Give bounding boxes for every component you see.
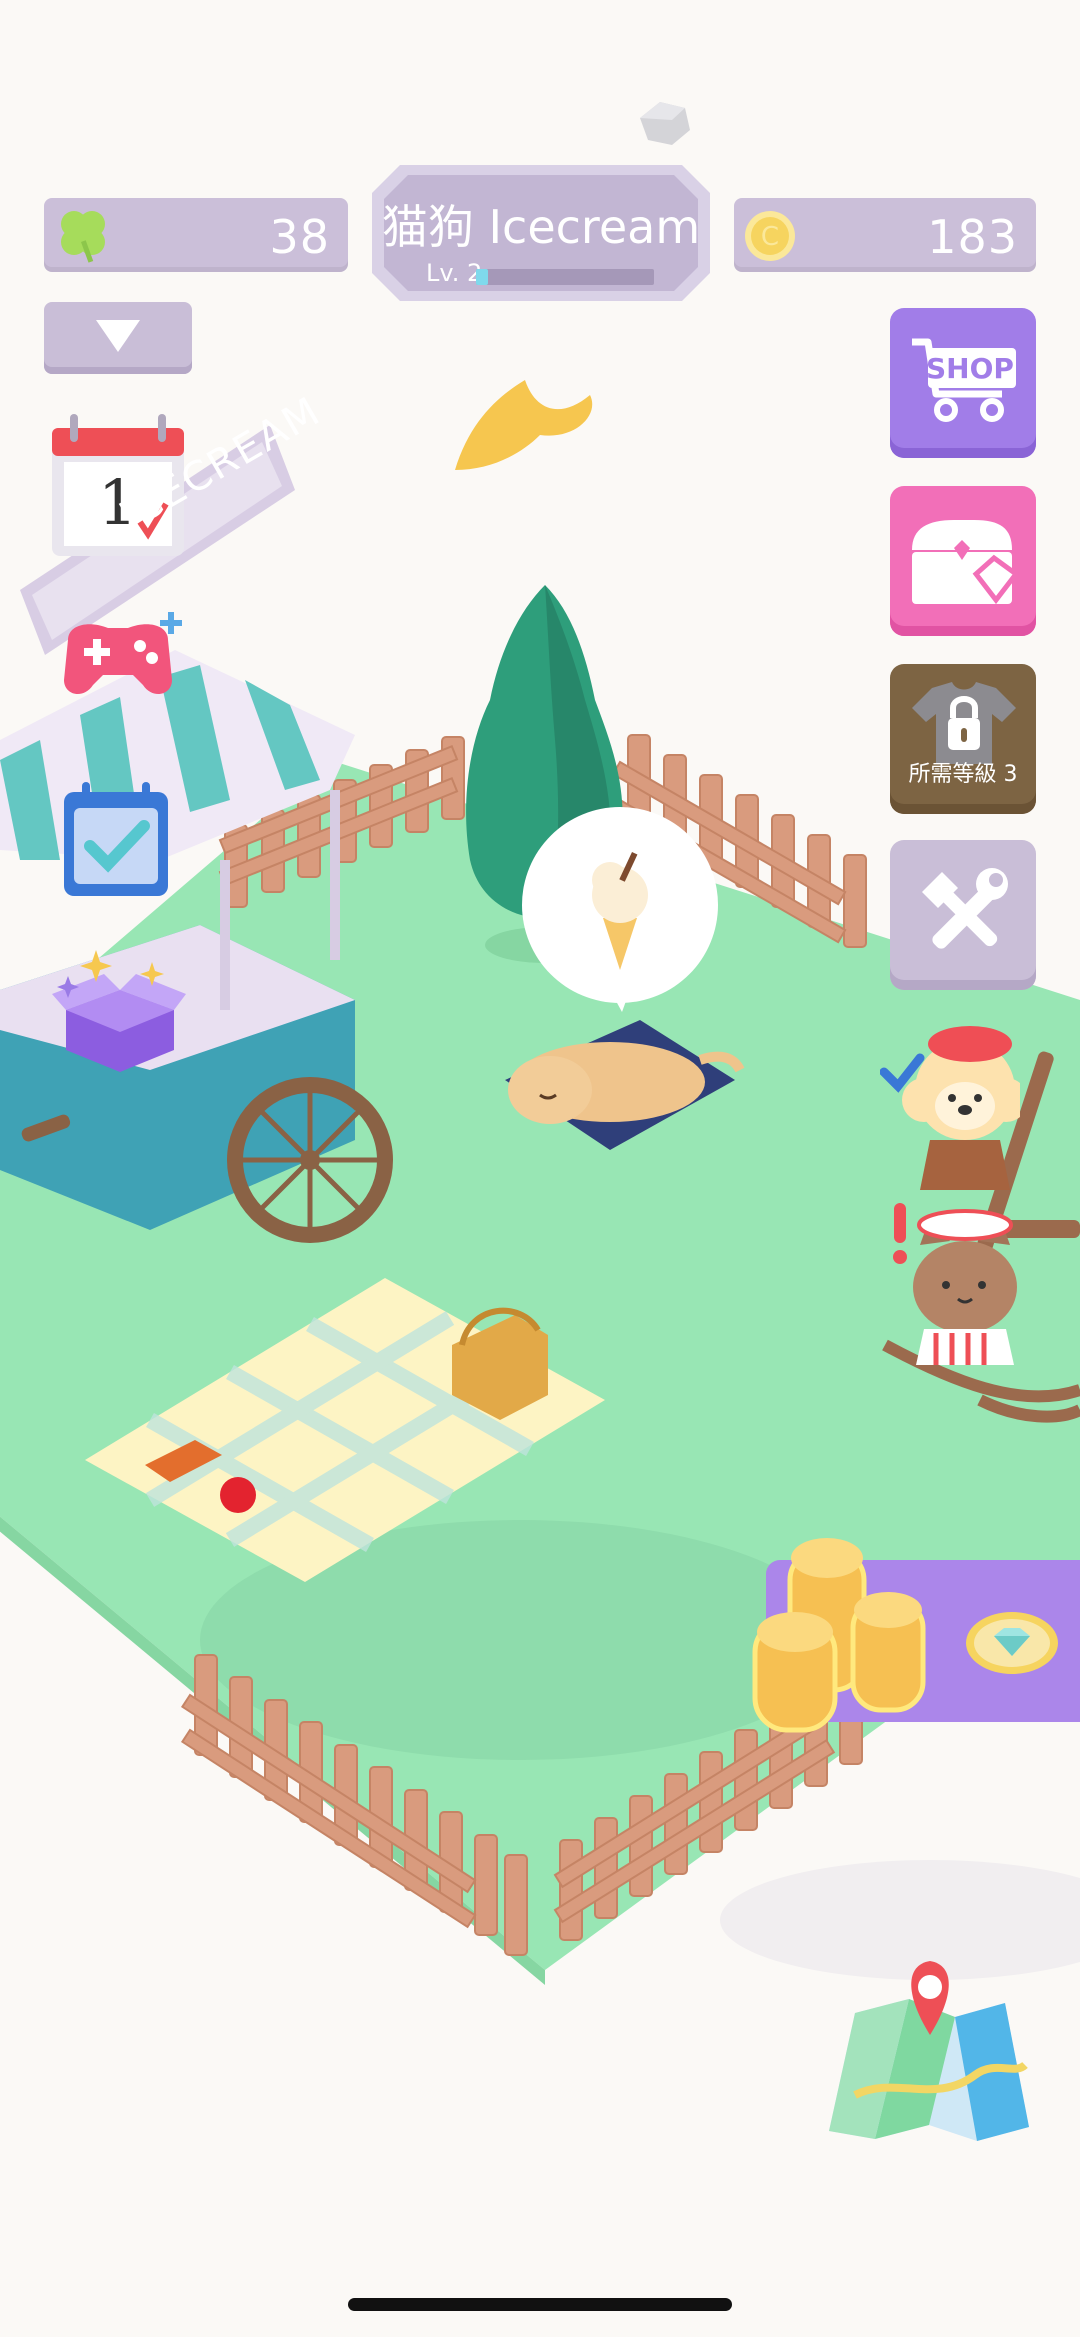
shop-label: SHOP <box>926 352 1014 385</box>
shop-button[interactable]: SHOP <box>890 308 1036 458</box>
coin-count: 183 <box>927 210 1018 264</box>
shirt-lock-icon <box>912 682 1016 764</box>
tools-button[interactable] <box>890 840 1036 990</box>
dropdown-button[interactable] <box>44 302 192 374</box>
gift-box-button[interactable] <box>52 940 186 1076</box>
checklist-icon <box>64 782 168 896</box>
dropdown-icon <box>94 318 142 358</box>
map-button[interactable] <box>825 1955 1035 2145</box>
coin-icon: C <box>744 210 796 266</box>
coin-stack-button[interactable] <box>745 1520 935 1740</box>
map-icon <box>829 1961 1029 2141</box>
shop-name-plate[interactable]: 猫狗 Icecream Lv. 2 <box>372 165 710 301</box>
tools-icon <box>922 868 1008 949</box>
tasks-button[interactable] <box>60 780 172 900</box>
clover-count: 38 <box>269 210 330 264</box>
coin-counter[interactable]: C 183 <box>734 198 1036 272</box>
locked-level-label: 所需等級 3 <box>908 762 1018 787</box>
coin-stack-icon <box>752 1538 926 1733</box>
xp-bar <box>476 269 654 285</box>
chest-gem-icon <box>912 520 1020 605</box>
locked-costume-button[interactable]: 所需等級 3 <box>890 664 1036 814</box>
gift-box-icon <box>52 950 186 1072</box>
clover-counter[interactable]: 38 <box>44 198 348 272</box>
banana-peel <box>455 380 593 470</box>
rock <box>640 102 690 145</box>
gamepad-icon <box>64 612 182 695</box>
gem-icon <box>964 1610 1060 1680</box>
clover-icon <box>50 202 116 272</box>
svg-text:C: C <box>761 222 779 252</box>
level-label: Lv. 2 <box>426 259 483 287</box>
home-indicator[interactable] <box>348 2298 732 2311</box>
cat-chef-customer[interactable] <box>880 1195 1020 1365</box>
minigame-button[interactable] <box>48 610 188 710</box>
alert-icon <box>894 1203 906 1243</box>
treasure-chest-button[interactable] <box>890 486 1036 636</box>
poodle-customer[interactable] <box>880 1010 1020 1190</box>
shop-title: 猫狗 Icecream <box>381 200 701 254</box>
xp-bar-fill <box>476 269 489 285</box>
